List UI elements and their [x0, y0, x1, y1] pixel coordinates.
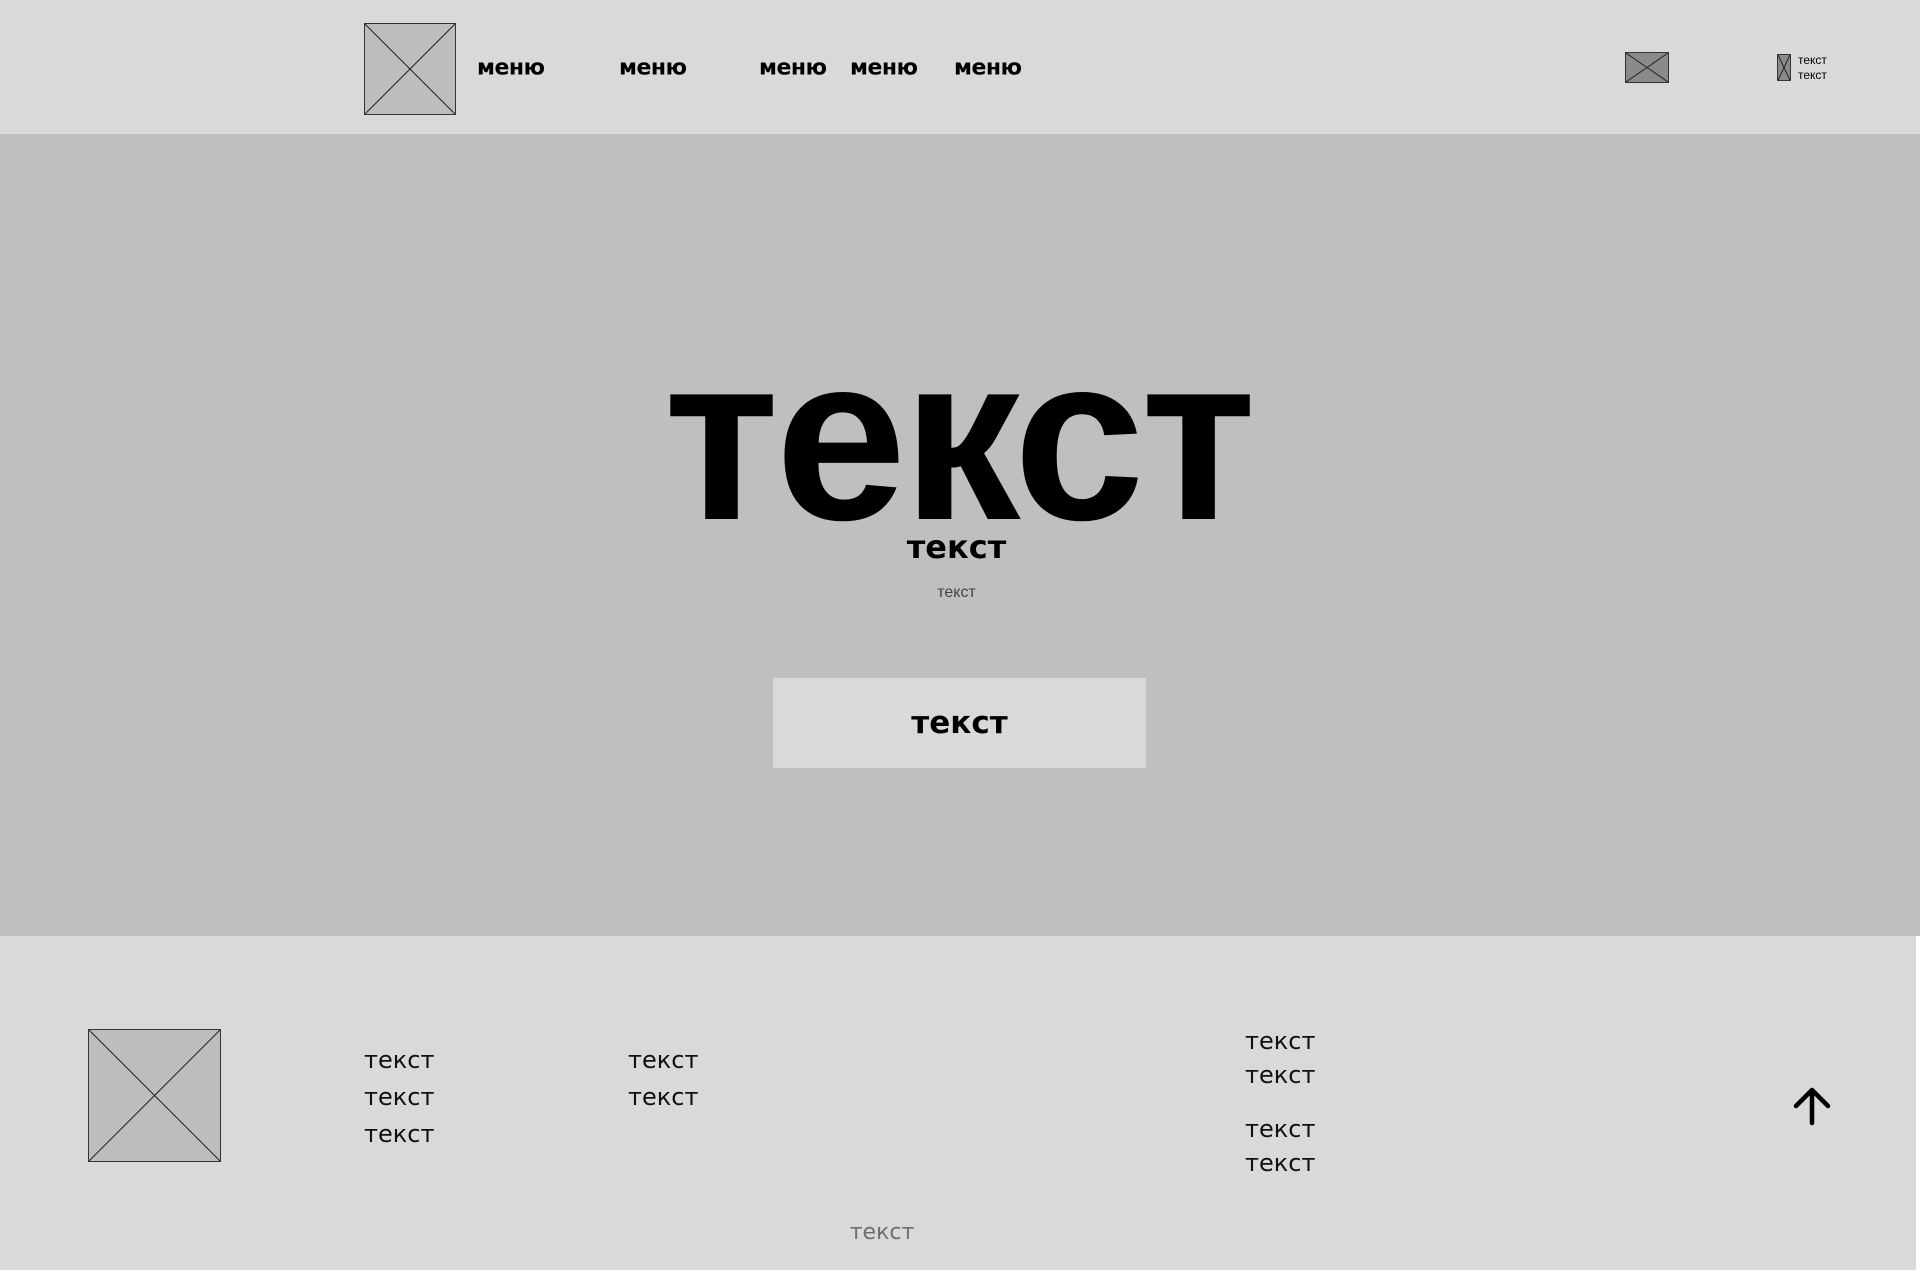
footer-link[interactable]: текст [364, 1042, 434, 1079]
footer-link[interactable]: текст [1245, 1112, 1315, 1146]
footer-link[interactable]: текст [628, 1079, 698, 1116]
logo-placeholder-icon[interactable] [364, 23, 456, 115]
hero-section: текст текст текст текст [0, 134, 1920, 936]
footer-link[interactable]: текст [364, 1116, 434, 1153]
hero-cta-button[interactable]: текст [773, 678, 1146, 768]
arrow-up-icon[interactable] [1789, 1083, 1835, 1129]
footer-copyright: текст [849, 1220, 915, 1245]
hero-title: текст [663, 306, 1257, 570]
footer-link[interactable]: текст [628, 1042, 698, 1079]
site-footer: текст текст текст текст текст текст текс… [0, 936, 1916, 1270]
footer-column-1: текст текст текст [364, 1042, 434, 1153]
footer-logo-placeholder-icon[interactable] [88, 1029, 221, 1162]
nav-item-3[interactable]: меню [759, 56, 827, 81]
nav-item-2[interactable]: меню [619, 56, 687, 81]
footer-column-3: текст текст текст текст [1245, 1024, 1315, 1180]
account-line-2: текст [1798, 68, 1827, 82]
footer-link[interactable]: текст [1245, 1024, 1315, 1058]
site-header: меню меню меню меню меню текст текст [0, 0, 1920, 134]
account-line-1: текст [1798, 53, 1827, 67]
footer-contact-group: текст текст [1245, 1024, 1315, 1092]
account-link[interactable]: текст текст [1798, 53, 1827, 83]
hero-subtitle: текст [906, 528, 1007, 566]
footer-link[interactable]: текст [364, 1079, 434, 1116]
nav-item-4[interactable]: меню [850, 56, 918, 81]
nav-item-5[interactable]: меню [954, 56, 1022, 81]
footer-link[interactable]: текст [1245, 1058, 1315, 1092]
hero-caption: текст [937, 584, 976, 601]
header-placeholder-icon[interactable] [1625, 52, 1669, 83]
nav-item-1[interactable]: меню [477, 56, 545, 81]
footer-link[interactable]: текст [1245, 1146, 1315, 1180]
footer-contact-group: текст текст [1245, 1112, 1315, 1180]
account-placeholder-icon[interactable] [1777, 54, 1791, 81]
footer-column-2: текст текст [628, 1042, 698, 1116]
